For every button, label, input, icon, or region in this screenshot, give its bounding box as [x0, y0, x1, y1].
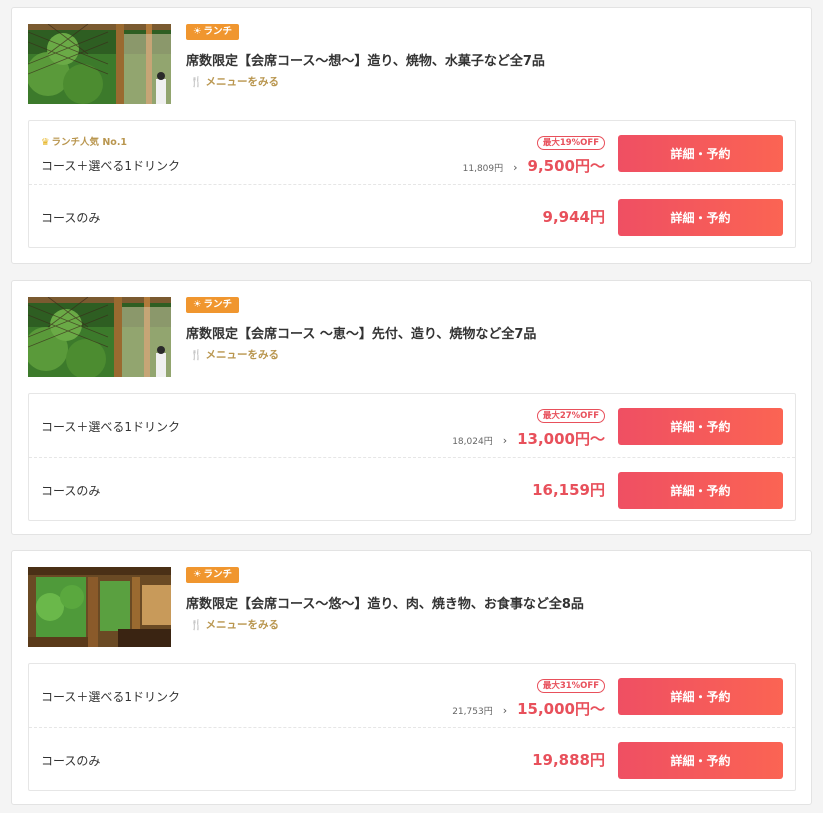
plan-name: コースのみ	[41, 211, 101, 225]
original-price: 11,809円	[462, 164, 504, 174]
plan-name: コース＋選べる1ドリンク	[41, 690, 181, 704]
price-line: 18,024円 › 13,000円〜	[452, 428, 605, 449]
chevron-right-icon: ›	[502, 434, 508, 447]
detail-reserve-button[interactable]: 詳細・予約	[618, 472, 783, 509]
price: 16,159円	[532, 481, 605, 499]
price-line: 11,809円 › 9,500円〜	[463, 155, 605, 176]
original-price: 18,024円	[452, 437, 493, 447]
fork-knife-icon: 🍴	[190, 620, 203, 631]
lunch-tag: ☀ ランチ	[186, 24, 240, 40]
sun-icon: ☀	[193, 26, 202, 37]
plan-row: コースのみ 16,159円 詳細・予約	[29, 457, 795, 520]
fork-knife-icon: 🍴	[190, 77, 203, 88]
view-menu-link[interactable]: 🍴 メニューをみる	[190, 617, 279, 632]
price: 19,888円	[532, 751, 605, 769]
original-price: 21,753円	[452, 707, 493, 717]
crown-icon: ♛	[41, 137, 50, 148]
course-card: ☀ ランチ 席数限定【会席コース 〜恵〜】先付、造り、焼物など全7品 🍴 メニューを…	[11, 280, 812, 535]
detail-reserve-button[interactable]: 詳細・予約	[618, 135, 783, 172]
plan-list: コース＋選べる1ドリンク 最大31%OFF 21,753円 › 15,000円〜…	[28, 663, 796, 791]
plan-row: コース＋選べる1ドリンク 最大31%OFF 21,753円 › 15,000円〜…	[29, 664, 795, 727]
discount-badge: 最大27%OFF	[536, 409, 605, 423]
plan-name: コース＋選べる1ドリンク	[41, 159, 181, 173]
course-card: ☀ ランチ 席数限定【会席コース〜悠〜】造り、肉、焼き物、お食事など全8品 🍴 メニ…	[11, 550, 812, 805]
chevron-right-icon: ›	[502, 704, 508, 717]
plan-row: ♛ ランチ人気 No.1 コース＋選べる1ドリンク 最大19%OFF 11,809…	[29, 121, 795, 184]
lunch-tag: ☀ ランチ	[186, 297, 240, 313]
sun-icon: ☀	[193, 299, 202, 310]
price-line: 21,753円 › 15,000円〜	[452, 698, 605, 719]
course-title[interactable]: 席数限定【会席コース 〜恵〜】先付、造り、焼物など全7品	[186, 323, 536, 342]
detail-reserve-button[interactable]: 詳細・予約	[618, 199, 783, 236]
plan-name: コース＋選べる1ドリンク	[41, 420, 181, 434]
course-card: ☀ ランチ 席数限定【会席コース〜想〜】造り、焼物、水菓子など全7品 🍴 メニューを…	[11, 7, 812, 264]
detail-reserve-button[interactable]: 詳細・予約	[618, 742, 783, 779]
plan-row: コース＋選べる1ドリンク 最大27%OFF 18,024円 › 13,000円〜…	[29, 394, 795, 457]
sale-price: 15,000円〜	[517, 700, 605, 718]
discount-badge: 最大19%OFF	[536, 136, 605, 150]
chevron-right-icon: ›	[513, 161, 518, 174]
course-title[interactable]: 席数限定【会席コース〜悠〜】造り、肉、焼き物、お食事など全8品	[186, 593, 584, 612]
sale-price: 13,000円〜	[517, 430, 605, 448]
course-photo[interactable]	[28, 297, 171, 377]
sun-icon: ☀	[193, 569, 202, 580]
plan-name: コースのみ	[41, 484, 101, 498]
course-title[interactable]: 席数限定【会席コース〜想〜】造り、焼物、水菓子など全7品	[186, 50, 545, 69]
lunch-tag: ☀ ランチ	[186, 567, 240, 583]
plan-list: コース＋選べる1ドリンク 最大27%OFF 18,024円 › 13,000円〜…	[28, 393, 796, 521]
price: 9,944円	[542, 208, 605, 226]
plan-list: ♛ ランチ人気 No.1 コース＋選べる1ドリンク 最大19%OFF 11,809…	[28, 120, 796, 248]
detail-reserve-button[interactable]: 詳細・予約	[618, 408, 783, 445]
plan-row: コースのみ 9,944円 詳細・予約	[29, 184, 795, 247]
view-menu-link[interactable]: 🍴 メニューをみる	[190, 347, 279, 362]
discount-badge: 最大31%OFF	[536, 679, 605, 693]
plan-name: コースのみ	[41, 754, 101, 768]
view-menu-link[interactable]: 🍴 メニューをみる	[190, 74, 279, 89]
course-photo[interactable]	[28, 24, 171, 104]
course-photo[interactable]	[28, 567, 171, 647]
plan-row: コースのみ 19,888円 詳細・予約	[29, 727, 795, 790]
fork-knife-icon: 🍴	[190, 350, 203, 361]
sale-price: 9,500円〜	[527, 157, 605, 175]
popularity-rank: ♛ ランチ人気 No.1	[41, 137, 128, 148]
detail-reserve-button[interactable]: 詳細・予約	[618, 678, 783, 715]
